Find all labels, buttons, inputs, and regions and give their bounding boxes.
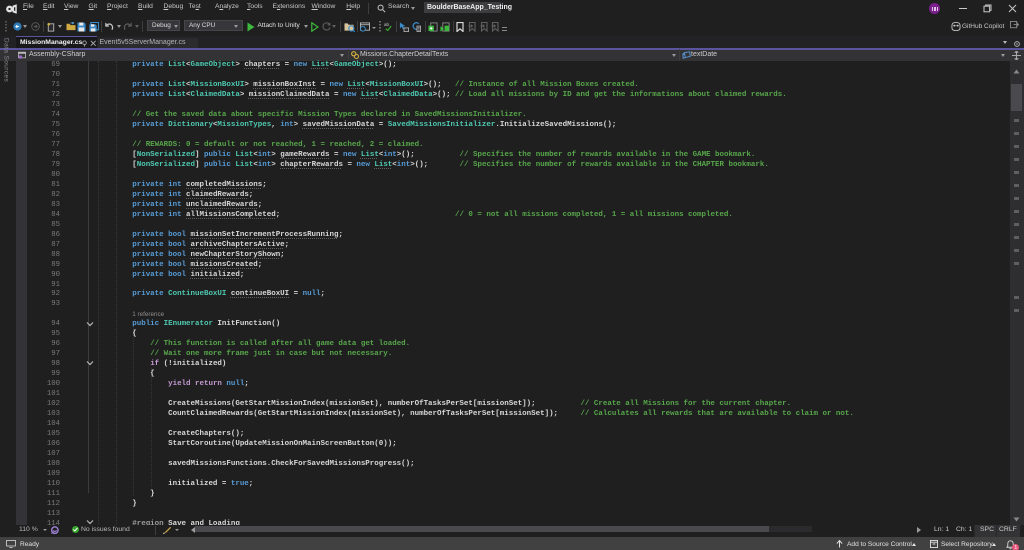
svg-text:ab: ab	[384, 22, 390, 27]
